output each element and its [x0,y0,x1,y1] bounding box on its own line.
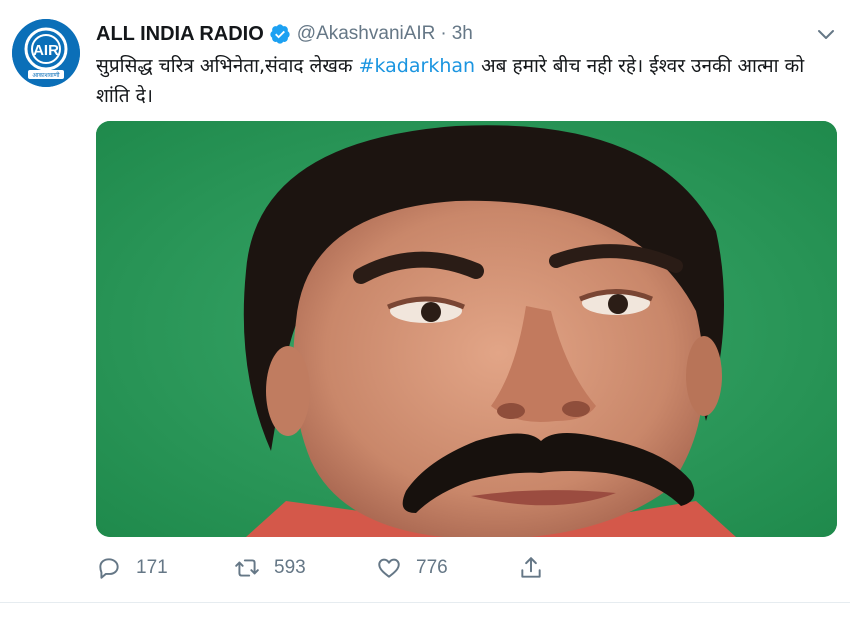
retweet-count: 593 [274,557,306,578]
share-icon [521,557,541,578]
retweet-button[interactable]: 593 [234,552,306,584]
tweet-actions: 171 593 776 [96,552,596,584]
separator-dot: · [440,23,447,44]
tweet-header: ALL INDIA RADIO @AkashvaniAIR · 3h [96,20,473,48]
author-name[interactable]: ALL INDIA RADIO [96,23,264,46]
tweet-text: सुप्रसिद्ध चरित्र अभिनेता,संवाद लेखक #ka… [96,51,836,111]
tweet-text-part: सुप्रसिद्ध चरित्र अभिनेता,संवाद लेखक [96,55,359,77]
chevron-down-icon[interactable] [814,24,838,44]
hashtag-link[interactable]: #kadarkhan [359,55,475,77]
divider [0,602,850,603]
reply-count: 171 [136,557,168,578]
verified-badge-icon [270,24,290,44]
logo-subtext: आकाशवाणी [32,71,60,79]
author-handle[interactable]: @AkashvaniAIR [297,23,436,45]
heart-icon [378,558,400,578]
tweet-photo[interactable] [96,121,837,537]
author-avatar[interactable]: AIR आकाशवाणी [12,19,80,87]
logo-text: AIR [33,42,59,59]
portrait-photo [96,121,837,537]
tweet-card[interactable]: AIR आकाशवाणी ALL INDIA RADIO @AkashvaniA… [0,0,850,622]
reply-button[interactable]: 171 [96,552,168,584]
like-count: 776 [416,557,448,578]
share-button[interactable] [518,552,544,584]
air-logo: AIR आकाशवाणी [12,19,80,87]
tweet-timestamp[interactable]: 3h [452,23,473,45]
like-button[interactable]: 776 [376,552,448,584]
retweet-icon [235,559,259,577]
reply-icon [99,558,119,579]
